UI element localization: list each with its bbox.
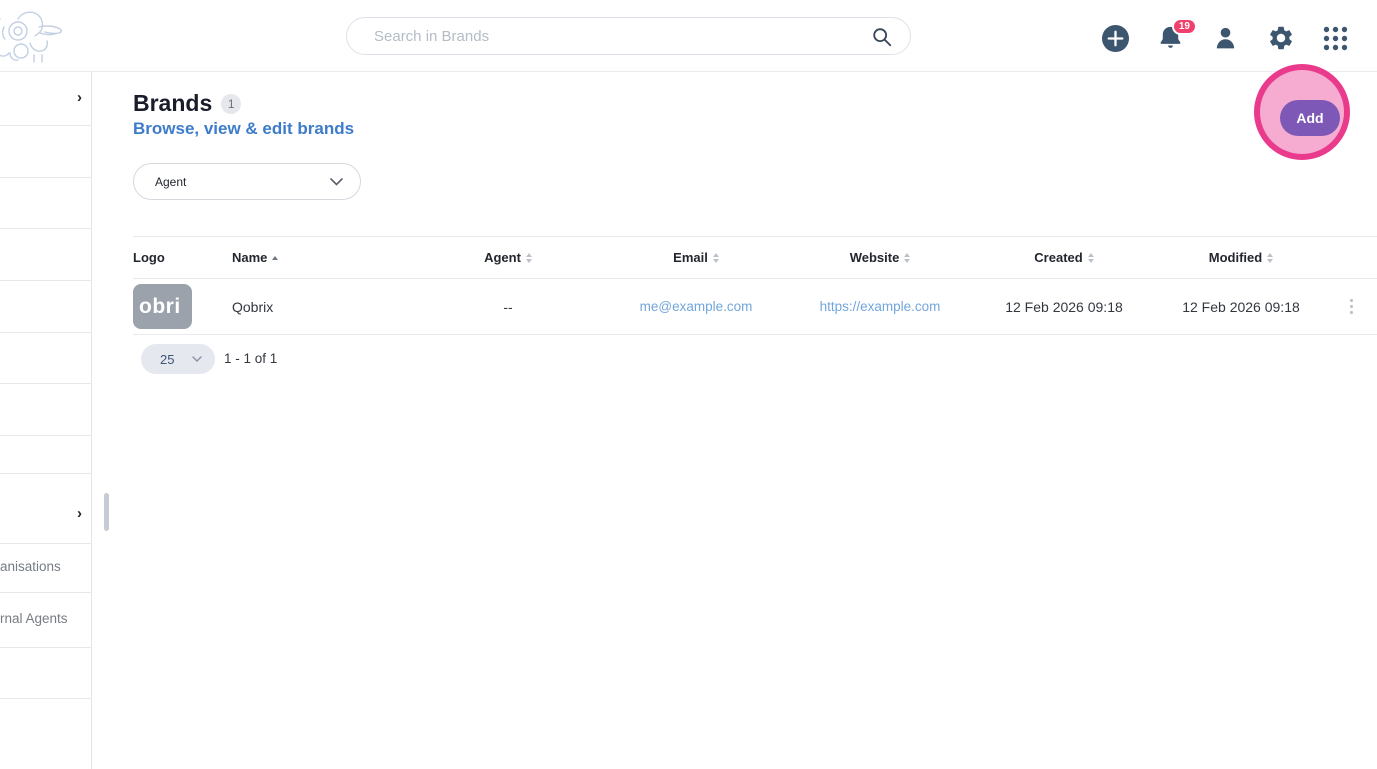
sort-icon <box>1087 252 1094 263</box>
sort-icon <box>904 252 911 263</box>
grid-icon <box>1323 26 1348 50</box>
sidebar-expand-chevron-icon[interactable]: › <box>77 89 82 106</box>
brand-website-link[interactable]: https://example.com <box>820 299 941 314</box>
record-count-badge: 1 <box>221 93 242 114</box>
agent-filter-label: Agent <box>155 174 187 189</box>
column-header-agent[interactable]: Agent <box>484 250 532 265</box>
column-header-logo: Logo <box>133 250 165 265</box>
brand-agent-cell: -- <box>503 298 513 315</box>
column-header-agent-label: Agent <box>484 250 521 265</box>
column-header-website[interactable]: Website <box>850 250 911 265</box>
gear-icon <box>1269 26 1292 50</box>
sidebar-divider <box>0 473 92 474</box>
table-header-row: Logo Name Agent Email Website Created Mo… <box>133 237 1377 278</box>
settings-button[interactable] <box>1266 23 1295 53</box>
row-actions-menu-icon[interactable] <box>1346 295 1357 318</box>
column-header-name-label: Name <box>232 250 268 265</box>
sidebar-expand-chevron-icon[interactable]: › <box>77 505 82 522</box>
notifications-button[interactable]: 19 <box>1156 18 1197 53</box>
user-icon <box>1216 27 1235 49</box>
notification-count-badge: 19 <box>1171 18 1197 35</box>
page-subtitle[interactable]: Browse, view & edit brands <box>133 119 354 139</box>
sidebar-item-organisations[interactable]: anisations <box>0 559 61 574</box>
page-title-text: Brands <box>133 90 213 116</box>
sort-icon <box>1267 252 1274 263</box>
agent-filter-dropdown[interactable]: Agent <box>133 163 361 200</box>
column-header-created[interactable]: Created <box>1034 250 1094 265</box>
sidebar-divider <box>0 383 92 384</box>
table-row-divider <box>133 334 1377 335</box>
chevron-down-icon <box>192 356 202 362</box>
topbar-icons: 19 <box>1101 18 1350 56</box>
scrollbar-thumb[interactable] <box>104 493 109 531</box>
page-size-dropdown[interactable]: 25 <box>141 344 215 374</box>
elephant-logo-icon[interactable] <box>0 5 66 67</box>
sidebar-divider <box>0 280 92 281</box>
sidebar-divider <box>0 592 92 593</box>
brand-logo-thumbnail[interactable]: obri <box>133 284 192 329</box>
page-title: Brands 1 <box>133 90 242 117</box>
column-header-modified[interactable]: Modified <box>1208 250 1274 265</box>
add-brand-button[interactable]: Add <box>1280 100 1340 136</box>
column-header-email-label: Email <box>673 250 708 265</box>
brands-page: 19 <box>0 0 1377 769</box>
pagination-range-text: 1 - 1 of 1 <box>224 351 278 366</box>
add-new-button[interactable] <box>1101 23 1130 53</box>
brand-created-cell: 12 Feb 2026 09:18 <box>1005 298 1123 315</box>
page-size-value: 25 <box>160 351 175 367</box>
apps-grid-button[interactable] <box>1321 23 1350 53</box>
column-header-website-label: Website <box>849 250 900 265</box>
sort-icon <box>525 252 532 263</box>
column-header-modified-label: Modified <box>1208 250 1263 265</box>
brand-name-cell: Qobrix <box>232 298 274 315</box>
sidebar-divider <box>0 543 92 544</box>
sort-asc-icon <box>272 255 279 260</box>
topbar: 19 <box>0 0 1377 72</box>
table-row[interactable]: obri Qobrix -- me@example.com https://ex… <box>133 279 1377 334</box>
global-search <box>346 17 911 55</box>
plus-circle-icon <box>1101 24 1130 52</box>
search-input[interactable] <box>347 27 910 45</box>
brand-email-link[interactable]: me@example.com <box>640 299 753 314</box>
sidebar-divider <box>0 332 92 333</box>
chevron-down-icon <box>330 177 343 186</box>
column-header-email[interactable]: Email <box>673 250 719 265</box>
sidebar-divider <box>0 698 92 699</box>
sidebar-divider <box>0 177 92 178</box>
search-icon[interactable] <box>871 26 893 48</box>
sort-icon <box>712 252 719 263</box>
sidebar-divider <box>0 228 92 229</box>
column-header-created-label: Created <box>1034 250 1083 265</box>
brand-modified-cell: 12 Feb 2026 09:18 <box>1182 298 1300 315</box>
sidebar-divider <box>0 647 92 648</box>
column-header-name[interactable]: Name <box>232 250 279 265</box>
profile-button[interactable] <box>1211 23 1240 53</box>
sidebar-divider <box>0 125 92 126</box>
sidebar-item-external-agents[interactable]: rnal Agents <box>0 611 68 626</box>
sidebar: › › anisations rnal Agents <box>0 72 92 769</box>
sidebar-divider <box>0 435 92 436</box>
